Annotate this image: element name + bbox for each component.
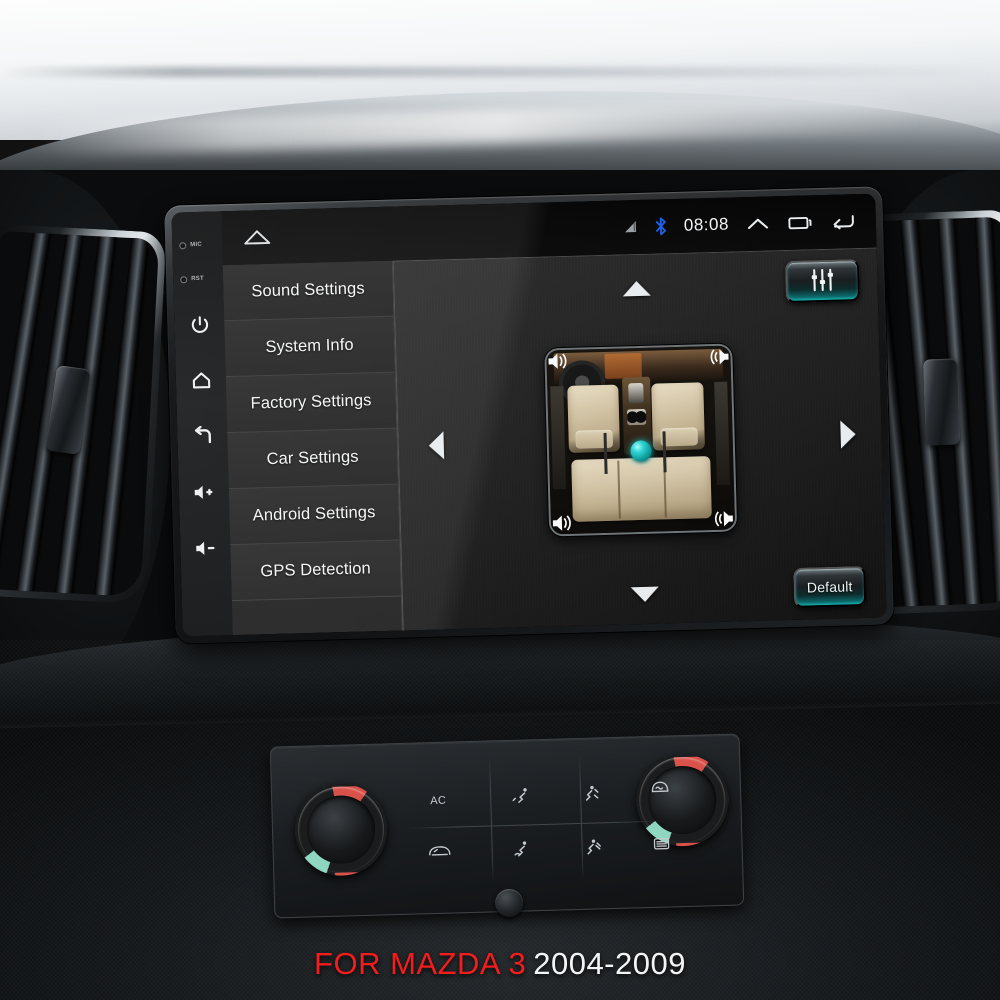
caption-brand-text: FOR MAZDA 3 (314, 946, 527, 981)
power-icon (190, 314, 210, 334)
power-key[interactable] (174, 295, 225, 352)
menu-item-label: GPS Detection (260, 559, 372, 581)
door-panel-right (714, 381, 730, 486)
gear-shifter (628, 382, 645, 404)
airflow-feet-button[interactable] (501, 834, 544, 865)
volume-up-key[interactable] (178, 463, 229, 520)
settings-menu-list: Sound Settings System Info Factory Setti… (222, 260, 403, 636)
climate-divider (489, 755, 494, 884)
reset-pin[interactable]: RST (173, 261, 224, 296)
android-head-unit: MIC RST 08:08 Sound Settings System Info… (164, 186, 894, 644)
ac-button[interactable]: AC (412, 786, 465, 815)
defrost-icon (649, 778, 671, 797)
airflow-face-icon (510, 785, 533, 806)
menu-item-sound-settings[interactable]: Sound Settings (222, 260, 394, 322)
air-vent-left-chrome-trim (0, 223, 167, 605)
speaker-front-left-icon (547, 350, 570, 371)
menu-item-system-info[interactable]: System Info (224, 316, 395, 378)
mic-pin-label: MIC (190, 241, 202, 249)
arrow-right-icon[interactable] (840, 419, 857, 449)
recirculate-button[interactable] (413, 836, 466, 867)
rear-defrost-button[interactable] (641, 828, 682, 859)
air-vent-left-louvers (0, 231, 160, 597)
rear-defrost-icon (650, 834, 672, 853)
product-caption: FOR MAZDA 3 2004-2009 (0, 946, 1000, 982)
equalizer-button[interactable] (784, 259, 861, 304)
menu-item-android-settings[interactable]: Android Settings (228, 484, 400, 546)
volume-down-key[interactable] (180, 519, 231, 576)
menu-item-gps-detection[interactable]: GPS Detection (230, 540, 401, 602)
cast-signal-icon (624, 220, 638, 234)
front-left-seat (566, 384, 621, 453)
chevron-up-icon[interactable] (746, 215, 770, 233)
arrow-up-icon[interactable] (621, 280, 651, 297)
air-vent-right-direction-knob[interactable] (923, 358, 961, 446)
airflow-face-feet-icon (580, 783, 603, 804)
door-panel-left (550, 386, 567, 490)
airflow-defrost-icon (581, 837, 604, 858)
settings-app: 08:08 Sound Settings System Info Factory… (221, 193, 887, 636)
airflow-face-button[interactable] (500, 780, 543, 811)
car-dashboard-scene: MIC RST 08:08 Sound Settings System Info… (0, 0, 1000, 1000)
home-icon[interactable] (242, 226, 273, 248)
menu-item-label: System Info (265, 335, 354, 357)
menu-item-label: Factory Settings (250, 391, 372, 413)
back-arrow-icon[interactable] (830, 212, 856, 231)
caption-years-text: 2004-2009 (533, 946, 686, 981)
equalizer-sliders-icon (808, 266, 837, 296)
back-key[interactable] (177, 407, 228, 464)
mic-pin-hole (179, 241, 187, 249)
speaker-front-right-icon (707, 346, 730, 367)
air-vent-left (0, 223, 167, 605)
cabin-interior-image (545, 345, 735, 534)
status-bar-right-group: 08:08 (624, 211, 876, 238)
cup-holders (627, 409, 647, 426)
arrow-down-icon[interactable] (630, 586, 659, 603)
status-bar-clock: 08:08 (683, 214, 730, 235)
volume-down-icon (194, 539, 217, 557)
front-right-seat (651, 382, 705, 451)
recirculate-icon (425, 843, 453, 862)
menu-item-label: Car Settings (266, 447, 359, 469)
temperature-knob[interactable] (293, 782, 389, 877)
sound-settings-pane: Default (392, 247, 887, 631)
default-button[interactable]: Default (793, 565, 867, 608)
ac-button-label: AC (430, 794, 447, 808)
head-unit-screen: MIC RST 08:08 Sound Settings System Info… (171, 193, 887, 637)
airflow-feet-icon (511, 839, 534, 860)
climate-control-panel: AC (269, 733, 745, 919)
menu-item-label: Sound Settings (251, 279, 365, 301)
reset-pin-label: RST (191, 275, 204, 283)
menu-item-label: Android Settings (252, 503, 376, 525)
airflow-face-feet-button[interactable] (570, 778, 613, 809)
speaker-rear-left-icon (551, 512, 574, 533)
home-key[interactable] (175, 351, 226, 408)
menu-item-factory-settings[interactable]: Factory Settings (225, 372, 397, 434)
reset-pin-hole[interactable] (180, 275, 188, 283)
home-icon (190, 370, 212, 390)
back-arrow-icon (191, 425, 214, 447)
recent-apps-icon[interactable] (787, 214, 813, 232)
bluetooth-icon (655, 217, 667, 236)
airflow-defrost-button[interactable] (571, 832, 614, 863)
arrow-left-icon[interactable] (428, 430, 445, 460)
speaker-rear-right-icon (711, 508, 734, 529)
mic-pin: MIC (172, 227, 223, 262)
front-defrost-button[interactable] (640, 772, 681, 803)
rear-bench-seat (570, 455, 713, 523)
cabin-sound-field[interactable] (543, 342, 737, 537)
menu-item-car-settings[interactable]: Car Settings (227, 428, 398, 490)
volume-up-icon (192, 483, 215, 501)
climate-divider (405, 820, 665, 829)
